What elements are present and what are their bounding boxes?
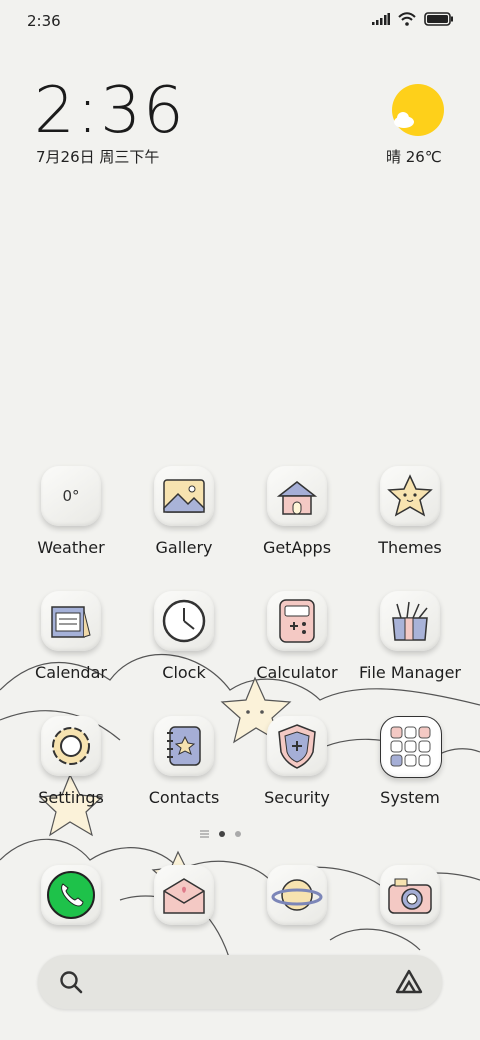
app-label: File Manager <box>359 663 461 682</box>
app-calculator[interactable]: Calculator <box>242 591 352 691</box>
signal-icon <box>372 13 390 25</box>
app-label: GetApps <box>262 538 332 557</box>
app-label: Calculator <box>256 663 338 682</box>
dock-messages[interactable] <box>129 865 239 965</box>
search-bar[interactable] <box>38 955 442 1009</box>
weather-badge: 0° <box>62 487 80 505</box>
app-file-manager[interactable]: File Manager <box>355 591 465 691</box>
calendar-icon <box>41 591 101 651</box>
system-folder-icon <box>380 716 442 778</box>
browser-planet-icon <box>267 865 327 925</box>
app-contacts[interactable]: Contacts <box>129 716 239 816</box>
clock-widget-time[interactable]: 2:36 <box>34 74 186 148</box>
assistant-icon[interactable] <box>394 967 424 997</box>
app-label: Calendar <box>35 663 107 682</box>
app-weather[interactable]: 0° Weather <box>16 466 126 566</box>
status-time: 2:36 <box>27 12 61 30</box>
battery-icon <box>424 12 453 26</box>
status-icons <box>372 12 454 26</box>
list-page-icon <box>200 830 209 838</box>
phone-icon <box>41 865 101 925</box>
wifi-icon <box>398 12 416 26</box>
app-label: Security <box>264 788 330 807</box>
dock-phone[interactable] <box>16 865 126 965</box>
app-label: Settings <box>38 788 104 807</box>
weather-icon: 0° <box>41 466 101 526</box>
app-gallery[interactable]: Gallery <box>129 466 239 566</box>
search-icon[interactable] <box>58 969 84 995</box>
clock-widget-date: 7月26日 周三下午 <box>36 148 160 166</box>
app-label: Themes <box>378 538 442 557</box>
gallery-icon <box>154 466 214 526</box>
messages-envelope-icon <box>154 865 214 925</box>
app-label: System <box>380 788 440 807</box>
themes-star-icon <box>380 466 440 526</box>
page-indicator[interactable] <box>200 830 241 838</box>
app-label: Contacts <box>148 788 220 807</box>
getapps-house-icon <box>267 466 327 526</box>
security-shield-icon <box>267 716 327 776</box>
calculator-icon <box>267 591 327 651</box>
clock-icon <box>154 591 214 651</box>
app-system-folder[interactable]: System <box>355 716 465 816</box>
weather-sun-icon[interactable] <box>392 84 444 136</box>
app-label: Weather <box>37 538 105 557</box>
settings-gear-icon <box>41 716 101 776</box>
app-themes[interactable]: Themes <box>355 466 465 566</box>
file-manager-icon <box>380 591 440 651</box>
dock-camera[interactable] <box>355 865 465 965</box>
cloud-icon <box>394 112 414 128</box>
app-clock[interactable]: Clock <box>129 591 239 691</box>
app-settings[interactable]: Settings <box>16 716 126 816</box>
app-calendar[interactable]: Calendar <box>16 591 126 691</box>
page-dot[interactable] <box>235 831 241 837</box>
page-dot-active[interactable] <box>219 831 225 837</box>
app-label: Gallery <box>155 538 213 557</box>
app-getapps[interactable]: GetApps <box>242 466 352 566</box>
app-label: Clock <box>162 663 206 682</box>
contacts-book-icon <box>154 716 214 776</box>
dock-browser[interactable] <box>242 865 352 965</box>
weather-text: 晴 26℃ <box>386 148 442 166</box>
app-security[interactable]: Security <box>242 716 352 816</box>
camera-icon <box>380 865 440 925</box>
